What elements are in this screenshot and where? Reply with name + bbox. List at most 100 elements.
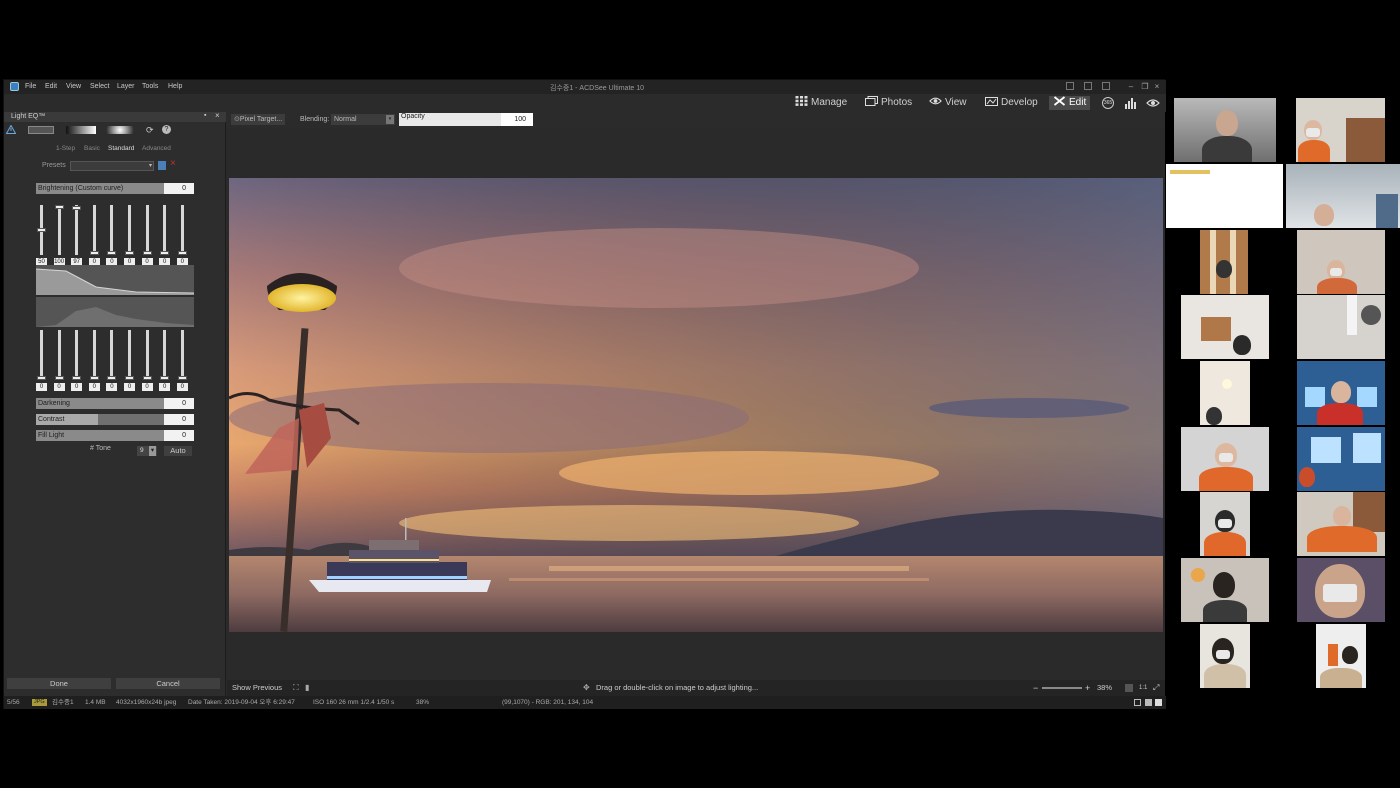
eye-settings-icon[interactable]	[1146, 97, 1160, 109]
eq-slider[interactable]: 100	[53, 205, 65, 266]
365-icon[interactable]: 365	[1102, 97, 1114, 109]
slider-value[interactable]: 0	[88, 383, 100, 391]
zoom-slider[interactable]	[1042, 687, 1082, 689]
fit-screen-icon[interactable]: ⛶	[293, 680, 299, 696]
layout-left-icon[interactable]	[1066, 82, 1074, 90]
layout-toggle-icon[interactable]	[1145, 699, 1152, 706]
slider-value[interactable]: 0	[159, 383, 171, 391]
slider-knob[interactable]	[72, 206, 82, 211]
darkening-value[interactable]: 0	[164, 398, 194, 409]
close-icon[interactable]: ×	[1152, 82, 1162, 91]
video-tile[interactable]	[1200, 492, 1250, 556]
mode-develop[interactable]: Develop	[985, 96, 1038, 110]
radial-gradient-icon[interactable]	[106, 126, 134, 134]
mode-view[interactable]: View	[929, 96, 967, 110]
zoom-dropdown-icon[interactable]	[1125, 684, 1133, 692]
brightening-control[interactable]: Brightening (Custom curve) 0	[36, 183, 194, 194]
slider-knob[interactable]	[54, 376, 64, 380]
fill-light-value[interactable]: 0	[164, 430, 194, 441]
layout-right-icon[interactable]	[1102, 82, 1110, 90]
slider-knob[interactable]	[160, 376, 170, 380]
histogram-icon[interactable]	[1124, 97, 1137, 109]
slider-knob[interactable]	[107, 376, 117, 380]
zoom-out-icon[interactable]: −	[1033, 680, 1038, 696]
video-tile[interactable]	[1181, 558, 1269, 622]
slider-knob[interactable]	[125, 251, 134, 255]
gradient-icon[interactable]	[66, 126, 96, 134]
eq-slider[interactable]: 0	[176, 205, 188, 266]
video-tile[interactable]	[1166, 164, 1283, 228]
eq-slider[interactable]: 50	[36, 205, 47, 266]
menu-edit[interactable]: Edit	[45, 83, 57, 90]
eq-slider[interactable]: 0	[124, 205, 135, 266]
opacity-slider[interactable]: Opacity	[399, 113, 501, 126]
eq-slider[interactable]: 0	[36, 330, 47, 391]
help-icon[interactable]: ?	[162, 125, 171, 134]
mode-photos[interactable]: Photos	[865, 96, 912, 110]
slider-knob[interactable]	[177, 376, 187, 380]
eq-slider[interactable]: 0	[106, 205, 118, 266]
blending-select[interactable]: Normal ▾	[331, 114, 395, 125]
slider-knob[interactable]	[160, 251, 170, 255]
fullscreen-icon[interactable]: ⤢	[1153, 680, 1159, 696]
menu-tools[interactable]: Tools	[142, 83, 158, 90]
eq-slider[interactable]: 0	[88, 205, 100, 266]
menu-layer[interactable]: Layer	[117, 83, 135, 90]
tab-basic[interactable]: Basic	[84, 145, 100, 152]
tone-select[interactable]: 9 ▾	[137, 446, 157, 456]
eq-slider[interactable]: 0	[88, 330, 100, 391]
slider-value[interactable]: 0	[176, 383, 188, 391]
slider-knob[interactable]	[89, 376, 99, 380]
mode-edit[interactable]: Edit	[1049, 96, 1091, 110]
eq-slider[interactable]: 0	[159, 330, 171, 391]
histogram-small-icon[interactable]: ▮	[305, 680, 309, 696]
video-tile[interactable]	[1181, 427, 1269, 491]
opacity-value[interactable]: 100	[501, 113, 533, 126]
slider-knob[interactable]	[177, 251, 187, 255]
show-previous-button[interactable]: Show Previous	[232, 680, 282, 696]
brush-icon[interactable]	[28, 126, 54, 134]
sunset-photo[interactable]	[229, 178, 1163, 632]
menu-help[interactable]: Help	[168, 83, 182, 90]
warning-icon[interactable]	[6, 125, 16, 134]
actual-size-button[interactable]: 1:1	[1139, 680, 1147, 696]
video-tile[interactable]	[1297, 295, 1385, 359]
video-tile[interactable]	[1200, 230, 1248, 294]
menu-view[interactable]: View	[66, 83, 81, 90]
auto-button[interactable]: Auto	[164, 446, 192, 456]
eq-slider[interactable]: 0	[53, 330, 65, 391]
brightening-value[interactable]: 0	[164, 183, 194, 194]
eq-slider[interactable]: 0	[141, 330, 153, 391]
minimize-icon[interactable]: –	[1126, 82, 1136, 91]
eq-slider[interactable]: 0	[124, 330, 135, 391]
video-tile[interactable]	[1200, 361, 1250, 425]
slider-value[interactable]: 0	[53, 383, 65, 391]
slider-knob[interactable]	[72, 376, 82, 380]
tab-standard[interactable]: Standard	[108, 145, 134, 152]
pin-icon[interactable]: ▪	[204, 112, 206, 119]
slider-knob[interactable]	[142, 376, 152, 380]
slider-knob[interactable]	[107, 251, 117, 255]
tab-advanced[interactable]: Advanced	[142, 145, 171, 152]
slider-knob[interactable]	[54, 205, 64, 209]
mode-manage[interactable]: Manage	[795, 96, 847, 110]
delete-preset-icon[interactable]: ×	[170, 158, 176, 169]
done-button[interactable]: Done	[7, 678, 111, 689]
slider-knob[interactable]	[37, 228, 46, 232]
panel-close-icon[interactable]: ×	[215, 111, 220, 120]
panel-toggle-icon[interactable]	[1134, 699, 1141, 706]
menu-file[interactable]: File	[25, 83, 36, 90]
video-tile[interactable]	[1200, 624, 1250, 688]
slider-value[interactable]: 0	[71, 383, 83, 391]
video-tile[interactable]	[1174, 98, 1276, 162]
video-tile[interactable]	[1297, 558, 1385, 622]
restore-icon[interactable]: ❐	[1140, 82, 1150, 91]
darkening-control[interactable]: Darkening 0	[36, 398, 194, 409]
slider-knob[interactable]	[142, 251, 152, 255]
slider-value[interactable]: 0	[141, 383, 153, 391]
eq-slider[interactable]: 0	[71, 330, 83, 391]
eq-slider[interactable]: 0	[176, 330, 188, 391]
video-tile[interactable]	[1297, 427, 1385, 491]
eq-slider[interactable]: 0	[141, 205, 153, 266]
pixel-target-button[interactable]: ⊙Pixel Target...	[231, 114, 286, 125]
